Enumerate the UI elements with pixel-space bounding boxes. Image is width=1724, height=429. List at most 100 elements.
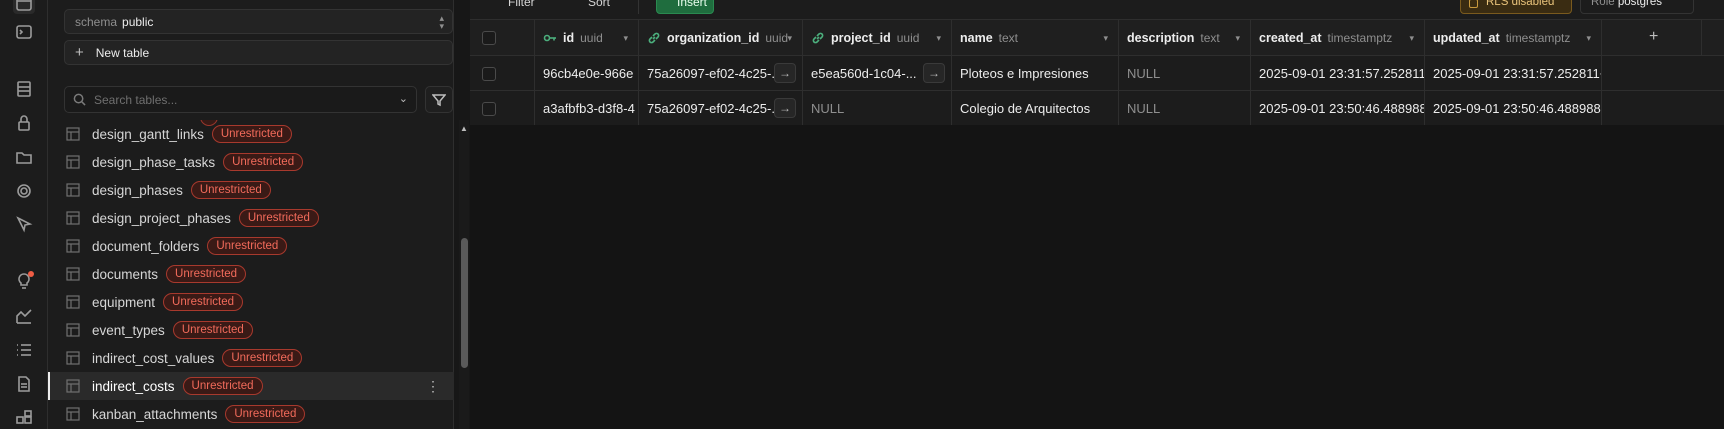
unrestricted-badge: Unrestricted bbox=[238, 209, 319, 227]
new-table-button[interactable]: + New table bbox=[64, 40, 453, 65]
list-item[interactable]: design_gantt_links Unrestricted bbox=[48, 120, 454, 148]
reports-icon[interactable] bbox=[13, 305, 35, 327]
chevron-down-icon[interactable]: ▾ bbox=[787, 33, 792, 44]
arrow-right-icon[interactable]: → bbox=[774, 98, 796, 118]
scrollbar-thumb[interactable] bbox=[461, 238, 468, 368]
add-column-plus-icon[interactable]: + bbox=[1649, 28, 1658, 46]
row-checkbox[interactable] bbox=[482, 66, 496, 81]
column-header-organization-id[interactable]: organization_id uuid ▾ bbox=[639, 20, 803, 56]
list-item[interactable]: design_phases Unrestricted bbox=[48, 176, 454, 204]
auth-lock-icon[interactable] bbox=[13, 112, 35, 134]
chevron-down-icon[interactable]: ▾ bbox=[1235, 33, 1240, 44]
select-all-checkbox[interactable] bbox=[482, 31, 496, 45]
filter-button[interactable] bbox=[425, 86, 453, 113]
column-type: text bbox=[998, 31, 1018, 45]
list-item[interactable]: design_project_phases Unrestricted bbox=[48, 204, 454, 232]
icon-rail bbox=[0, 0, 48, 429]
realtime-icon[interactable] bbox=[13, 180, 35, 202]
cell-id[interactable]: 96cb4e0e-966e bbox=[535, 56, 639, 91]
chevron-down-icon[interactable]: ▾ bbox=[1586, 33, 1591, 44]
insert-button[interactable]: Insert bbox=[656, 0, 714, 14]
cell-id[interactable]: a3afbfb3-d3f8-4 bbox=[535, 91, 639, 126]
cell-name[interactable]: Ploteos e Impresiones bbox=[952, 56, 1119, 91]
list-item-active[interactable]: indirect_costs Unrestricted ⋮ bbox=[48, 372, 454, 400]
column-type: uuid bbox=[580, 31, 603, 45]
column-name: updated_at bbox=[1433, 31, 1500, 45]
cell-description[interactable]: NULL bbox=[1119, 56, 1251, 91]
row-select-cell bbox=[470, 56, 535, 91]
cell-updated-at[interactable]: 2025-09-01 23:50:46.488988 bbox=[1425, 91, 1602, 126]
table-icon bbox=[66, 295, 80, 309]
edge-functions-icon[interactable] bbox=[13, 213, 35, 235]
foreign-key-link-icon bbox=[812, 32, 824, 44]
unrestricted-badge: Unrestricted bbox=[222, 349, 303, 367]
cell-value: e5ea560d-1c04-... bbox=[811, 66, 917, 81]
arrow-right-icon[interactable]: → bbox=[923, 63, 945, 83]
cell-created-at[interactable]: 2025-09-01 23:50:46.488988 bbox=[1251, 91, 1425, 126]
cell-description[interactable]: NULL bbox=[1119, 91, 1251, 126]
cell-updated-at[interactable]: 2025-09-01 23:31:57.252811+0 bbox=[1425, 56, 1602, 91]
unrestricted-badge: Unrestricted bbox=[207, 237, 288, 255]
arrow-right-icon[interactable]: → bbox=[774, 63, 796, 83]
api-docs-icon[interactable] bbox=[13, 373, 35, 395]
cell-organization-id[interactable]: 75a26097-ef02-4c25-... → bbox=[639, 56, 803, 91]
sql-editor-icon[interactable] bbox=[13, 21, 35, 43]
role-selector[interactable]: Role postgres bbox=[1580, 0, 1694, 14]
advisors-icon[interactable] bbox=[13, 270, 35, 292]
table-icon bbox=[66, 379, 80, 393]
chevron-up-down-icon: ▴ ▾ bbox=[439, 13, 444, 31]
storage-icon[interactable] bbox=[13, 146, 35, 168]
row-checkbox[interactable] bbox=[482, 101, 496, 116]
list-item[interactable]: kanban_attachments Unrestricted bbox=[48, 400, 454, 428]
cell-organization-id[interactable]: 75a26097-ef02-4c25-... → bbox=[639, 91, 803, 126]
unrestricted-badge: Unrestricted bbox=[190, 181, 271, 199]
filter-toolbar-button[interactable]: Filter bbox=[508, 0, 535, 9]
cell-project-id[interactable]: NULL bbox=[803, 91, 952, 126]
list-item[interactable]: event_types Unrestricted bbox=[48, 316, 454, 344]
list-item[interactable]: equipment Unrestricted bbox=[48, 288, 454, 316]
cell-value: 75a26097-ef02-4c25-... bbox=[647, 101, 783, 116]
add-column-cell: + bbox=[1602, 20, 1702, 56]
table-row[interactable]: 96cb4e0e-966e 75a26097-ef02-4c25-... → e5… bbox=[470, 56, 1724, 91]
list-item[interactable]: document_folders Unrestricted bbox=[48, 232, 454, 260]
table-editor-icon[interactable] bbox=[13, 0, 35, 14]
sort-toolbar-button[interactable]: Sort bbox=[588, 0, 610, 9]
column-type: text bbox=[1200, 31, 1220, 45]
rls-disabled-button[interactable]: RLS disabled bbox=[1460, 0, 1572, 14]
integrations-icon[interactable] bbox=[13, 407, 35, 429]
chevron-down-icon[interactable]: ▾ bbox=[1103, 33, 1108, 44]
list-item[interactable]: documents Unrestricted bbox=[48, 260, 454, 288]
list-item[interactable]: design_phase_tasks Unrestricted bbox=[48, 148, 454, 176]
column-header-id[interactable]: id uuid ▾ bbox=[535, 20, 639, 56]
database-icon[interactable] bbox=[13, 78, 35, 100]
table-name: design_project_phases bbox=[92, 210, 231, 226]
scroll-up-arrow-icon[interactable]: ▲ bbox=[460, 124, 468, 133]
logs-icon[interactable] bbox=[13, 339, 35, 361]
column-header-description[interactable]: description text ▾ bbox=[1119, 20, 1251, 56]
column-type: uuid bbox=[765, 31, 789, 45]
role-value: postgres bbox=[1617, 0, 1662, 8]
column-header-name[interactable]: name text ▾ bbox=[952, 20, 1119, 56]
search-tables-input[interactable]: Search tables... ⌄ bbox=[64, 86, 417, 113]
cell-project-id[interactable]: e5ea560d-1c04-... → bbox=[803, 56, 952, 91]
table-icon bbox=[66, 323, 80, 337]
column-header-project-id[interactable]: project_id uuid ▾ bbox=[803, 20, 952, 56]
chevron-down-icon[interactable]: ▾ bbox=[1409, 33, 1414, 44]
column-header-created-at[interactable]: created_at timestamptz ▾ bbox=[1251, 20, 1425, 56]
sidebar-scrollbar[interactable]: ▲ bbox=[459, 120, 469, 429]
collapse-chevrons-icon[interactable]: ⌄ bbox=[399, 92, 408, 105]
unrestricted-badge: Unrestricted bbox=[182, 377, 263, 395]
table-icon bbox=[66, 155, 80, 169]
column-header-updated-at[interactable]: updated_at timestamptz ▾ bbox=[1425, 20, 1602, 56]
more-options-icon[interactable]: ⋮ bbox=[426, 378, 440, 395]
cell-created-at[interactable]: 2025-09-01 23:31:57.252811+0 bbox=[1251, 56, 1425, 91]
schema-selector[interactable]: schema public ▴ ▾ bbox=[64, 9, 453, 34]
table-row[interactable]: a3afbfb3-d3f8-4 75a26097-ef02-4c25-... → … bbox=[470, 91, 1724, 126]
cell-name[interactable]: Colegio de Arquitectos bbox=[952, 91, 1119, 126]
list-item[interactable]: indirect_cost_values Unrestricted bbox=[48, 344, 454, 372]
chevron-down-icon[interactable]: ▾ bbox=[936, 33, 941, 44]
row-select-cell bbox=[470, 91, 535, 126]
table-sidebar: schema public ▴ ▾ + New table Search tabl… bbox=[48, 0, 454, 429]
table-name: documents bbox=[92, 266, 159, 282]
chevron-down-icon[interactable]: ▾ bbox=[623, 33, 628, 44]
